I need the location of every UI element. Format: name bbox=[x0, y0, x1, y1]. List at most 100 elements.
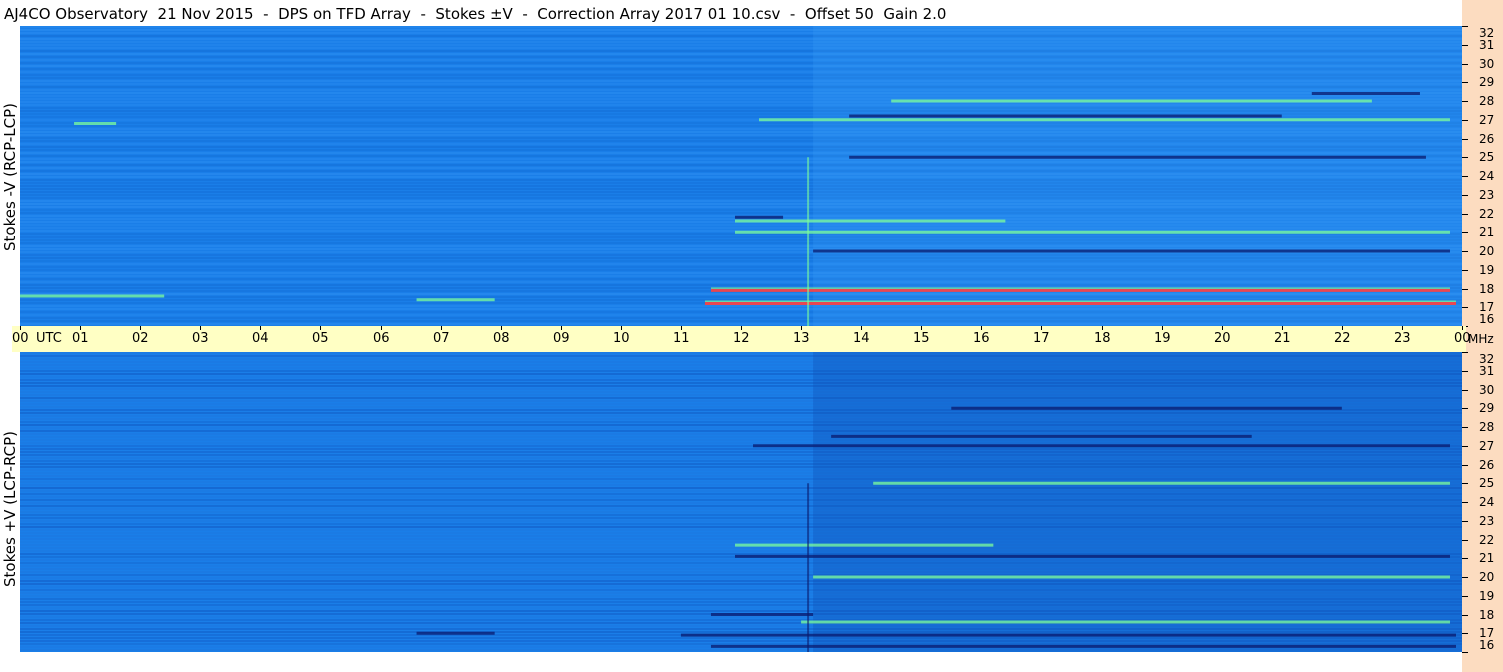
frequency-tick-label: 17 bbox=[1479, 626, 1495, 640]
emission-band bbox=[951, 406, 1342, 410]
time-tick bbox=[80, 326, 81, 330]
frequency-unit-label: MHz bbox=[1468, 332, 1494, 346]
frequency-tick bbox=[1462, 577, 1468, 578]
bottom-panel-label: Stokes +V (LCP-RCP) bbox=[1, 431, 19, 587]
time-tick-label: 18 bbox=[1094, 331, 1111, 346]
time-tick bbox=[260, 326, 261, 330]
time-tick bbox=[861, 326, 862, 330]
emission-band-halo bbox=[710, 287, 1450, 289]
time-tick bbox=[441, 326, 442, 330]
time-tick bbox=[1402, 326, 1403, 330]
emission-band bbox=[801, 620, 1450, 624]
frequency-tick bbox=[1462, 82, 1468, 83]
time-tick bbox=[1041, 326, 1042, 330]
frequency-tick bbox=[1462, 157, 1468, 158]
time-tick-label: 14 bbox=[853, 331, 870, 346]
time-tick bbox=[801, 326, 802, 330]
emission-band bbox=[831, 434, 1252, 438]
spectrogram-top bbox=[20, 26, 1462, 326]
emission-band bbox=[710, 288, 1450, 292]
emission-band bbox=[416, 298, 495, 302]
frequency-tick bbox=[1462, 558, 1468, 559]
time-tick bbox=[1222, 326, 1223, 330]
time-tick-label: 02 bbox=[132, 331, 149, 346]
time-tick bbox=[681, 326, 682, 330]
time-tick-label: 16 bbox=[973, 331, 990, 346]
time-tick bbox=[501, 326, 502, 330]
frequency-tick-label: 30 bbox=[1479, 383, 1495, 397]
burst-line bbox=[807, 157, 810, 326]
time-tick-label: 01 bbox=[72, 331, 89, 346]
time-tick bbox=[381, 326, 382, 330]
frequency-tick-label: 23 bbox=[1479, 514, 1495, 528]
time-tick bbox=[1102, 326, 1103, 330]
time-tick bbox=[621, 326, 622, 330]
time-tick-label: 10 bbox=[613, 331, 630, 346]
time-axis: 00 01 02 03 04 05 06 07 08 09 10 11 12 13 14 15 16 17 18 19… bbox=[12, 326, 1494, 352]
emission-band bbox=[891, 99, 1372, 103]
time-tick bbox=[1342, 326, 1343, 330]
frequency-tick bbox=[1462, 427, 1468, 428]
frequency-tick bbox=[1462, 214, 1468, 215]
emission-band bbox=[734, 554, 1450, 558]
frequency-tick-label: 23 bbox=[1479, 188, 1495, 202]
frequency-tick-label: 29 bbox=[1479, 401, 1495, 415]
emission-band bbox=[734, 219, 1006, 223]
frequency-tick-label: 21 bbox=[1479, 225, 1495, 239]
time-tick bbox=[320, 326, 321, 330]
emission-band bbox=[873, 481, 1450, 485]
frequency-tick-label: 31 bbox=[1479, 38, 1495, 52]
time-tick-label: 23 bbox=[1394, 331, 1411, 346]
spectrogram-bottom-svg bbox=[20, 352, 1462, 652]
frequency-scale-top: 16 17 18 19 20 21 22 23 24 25 26 27 28 29 30 31 32 bbox=[1462, 26, 1503, 327]
frequency-tick-label: 32 bbox=[1479, 352, 1495, 366]
frequency-tick-label: 18 bbox=[1479, 608, 1495, 622]
frequency-tick bbox=[1462, 139, 1468, 140]
frequency-tick-label: 29 bbox=[1479, 75, 1495, 89]
time-tick bbox=[140, 326, 141, 330]
frequency-tick-label: 28 bbox=[1479, 94, 1495, 108]
spectrogram-bottom bbox=[20, 352, 1462, 652]
emission-band bbox=[734, 215, 784, 219]
emission-band bbox=[704, 302, 1456, 305]
frequency-tick bbox=[1462, 64, 1468, 65]
time-tick-label: 07 bbox=[433, 331, 450, 346]
emission-band bbox=[710, 613, 814, 616]
daytime-region bbox=[813, 352, 1462, 652]
time-tick-label: 11 bbox=[673, 331, 690, 346]
time-tick-label: 20 bbox=[1214, 331, 1231, 346]
frequency-tick bbox=[1462, 371, 1468, 372]
frequency-tick bbox=[1462, 195, 1468, 196]
emission-band bbox=[680, 633, 1456, 637]
emission-band bbox=[1311, 92, 1420, 95]
time-tick-label: 15 bbox=[913, 331, 930, 346]
frequency-tick bbox=[1462, 176, 1468, 177]
frequency-tick-label: 18 bbox=[1479, 282, 1495, 296]
frequency-tick-label: 21 bbox=[1479, 551, 1495, 565]
frequency-tick bbox=[1462, 26, 1468, 27]
frequency-tick bbox=[1462, 251, 1468, 252]
frequency-tick bbox=[1462, 502, 1468, 503]
frequency-tick-label: 16 bbox=[1479, 638, 1495, 652]
frequency-tick bbox=[1462, 521, 1468, 522]
time-tick-label: 03 bbox=[192, 331, 209, 346]
time-tick-label: 22 bbox=[1334, 331, 1351, 346]
daytime-region bbox=[813, 26, 1462, 326]
frequency-tick-label: 17 bbox=[1479, 300, 1495, 314]
frequency-tick bbox=[1462, 483, 1468, 484]
frequency-tick bbox=[1462, 652, 1468, 653]
frequency-tick-label: 26 bbox=[1479, 458, 1495, 472]
time-tick-label: 04 bbox=[252, 331, 269, 346]
frequency-tick-label: 20 bbox=[1479, 244, 1495, 258]
frequency-tick-label: 31 bbox=[1479, 364, 1495, 378]
frequency-tick bbox=[1462, 270, 1468, 271]
time-tick bbox=[561, 326, 562, 330]
top-panel-label: Stokes -V (RCP-LCP) bbox=[1, 103, 19, 251]
time-tick-label: 00 bbox=[12, 331, 29, 346]
frequency-tick-label: 19 bbox=[1479, 589, 1495, 603]
time-tick bbox=[1162, 326, 1163, 330]
emission-band bbox=[710, 644, 1456, 648]
spectrogram-top-svg bbox=[20, 26, 1462, 326]
time-tick bbox=[981, 326, 982, 330]
burst-line bbox=[807, 483, 810, 652]
